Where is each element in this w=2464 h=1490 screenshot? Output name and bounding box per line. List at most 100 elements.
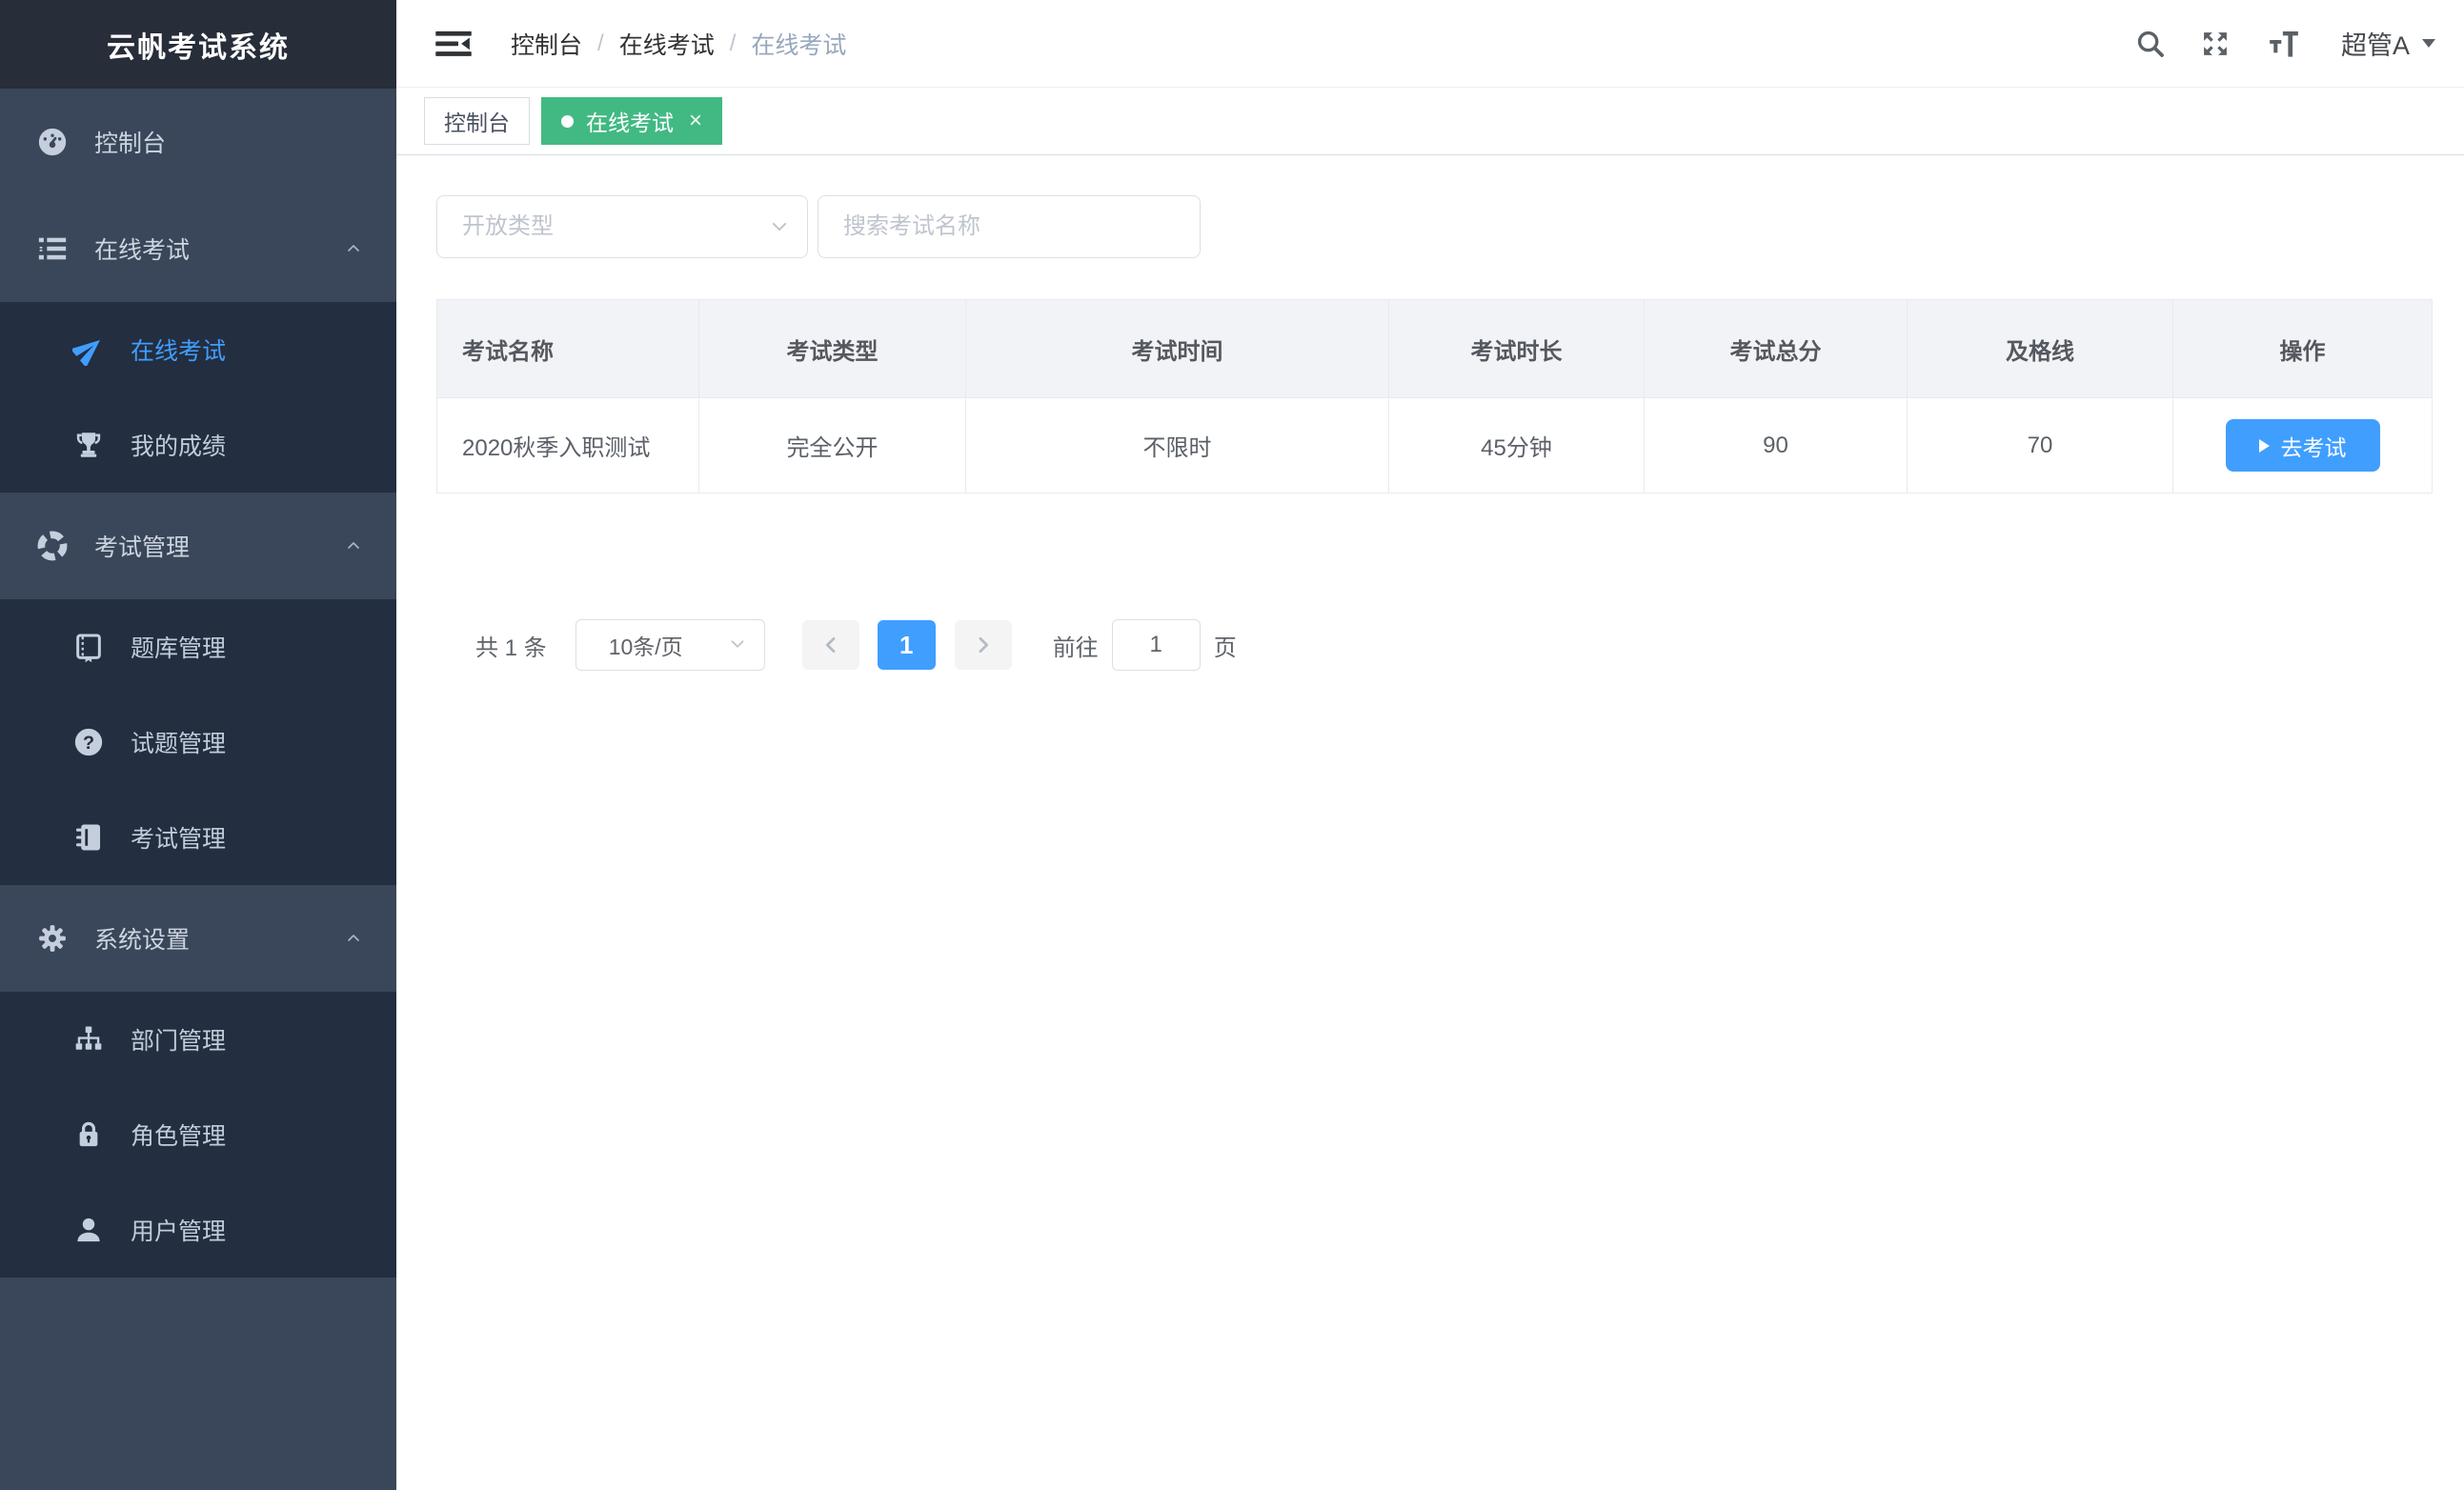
goto-page-input[interactable] bbox=[1113, 620, 1200, 670]
goto-label: 前往 bbox=[1053, 629, 1099, 662]
app-root: 云帆考试系统 控制台 在线考试 在线考试 bbox=[0, 0, 2464, 1490]
sidebar-group-label: 考试管理 bbox=[94, 529, 190, 563]
trophy-icon bbox=[72, 429, 105, 461]
list-icon bbox=[36, 232, 69, 265]
column-header: 考试时长 bbox=[1389, 300, 1645, 398]
lifering-icon bbox=[36, 530, 69, 562]
question-icon: ? bbox=[72, 726, 105, 758]
page-size-select[interactable] bbox=[576, 619, 765, 671]
sidebar-item-label: 试题管理 bbox=[131, 725, 226, 759]
main-content: 考试名称 考试类型 考试时间 考试时长 考试总分 及格线 操作 2020秋季入职… bbox=[396, 155, 2464, 1490]
close-icon[interactable]: × bbox=[689, 110, 702, 132]
table-row: 2020秋季入职测试 完全公开 不限时 45分钟 90 70 去考试 bbox=[437, 398, 2433, 493]
column-header: 考试类型 bbox=[699, 300, 966, 398]
sidebar-item-question-mgmt[interactable]: ? 试题管理 bbox=[0, 695, 396, 790]
chevron-down-icon bbox=[728, 634, 747, 654]
chevron-up-icon bbox=[345, 930, 362, 947]
sidebar-group-label: 系统设置 bbox=[94, 921, 190, 956]
lock-icon bbox=[72, 1118, 105, 1151]
fullscreen-icon[interactable] bbox=[2199, 28, 2232, 60]
go-exam-label: 去考试 bbox=[2281, 430, 2347, 462]
search-icon[interactable] bbox=[2135, 29, 2166, 59]
exam-search-input[interactable] bbox=[818, 196, 1200, 257]
svg-text:?: ? bbox=[83, 733, 94, 754]
action-cell: 去考试 bbox=[2173, 398, 2433, 493]
hamburger-icon[interactable] bbox=[434, 25, 473, 63]
sidebar-group-online-exam[interactable]: 在线考试 bbox=[0, 195, 396, 302]
go-exam-button[interactable]: 去考试 bbox=[2226, 419, 2380, 472]
breadcrumb: 控制台 / 在线考试 / 在线考试 bbox=[511, 27, 846, 61]
gauge-icon bbox=[36, 126, 69, 158]
total-count: 共 1 条 bbox=[475, 629, 547, 662]
column-header: 考试总分 bbox=[1645, 300, 1908, 398]
chevron-up-icon bbox=[345, 537, 362, 554]
table-header-row: 考试名称 考试类型 考试时间 考试时长 考试总分 及格线 操作 bbox=[437, 300, 2433, 398]
exam-name-cell: 2020秋季入职测试 bbox=[437, 398, 699, 493]
exam-total-cell: 90 bbox=[1645, 398, 1908, 493]
chevron-down-icon bbox=[769, 216, 790, 237]
journal-icon bbox=[72, 821, 105, 854]
submenu-exam-mgmt: 题库管理 ? 试题管理 考试管理 bbox=[0, 599, 396, 885]
sidebar-group-label: 在线考试 bbox=[94, 232, 190, 266]
column-header: 考试时间 bbox=[966, 300, 1389, 398]
font-size-icon[interactable] bbox=[2265, 28, 2303, 60]
page-number-button[interactable]: 1 bbox=[878, 620, 936, 670]
chevron-up-icon bbox=[345, 240, 362, 257]
goto-page-field[interactable] bbox=[1112, 619, 1201, 671]
caret-right-icon bbox=[2259, 439, 2270, 453]
tab-label: 在线考试 bbox=[586, 105, 674, 137]
sidebar-item-label: 考试管理 bbox=[131, 820, 226, 855]
sidebar-item-label: 我的成绩 bbox=[131, 428, 226, 462]
breadcrumb-separator: / bbox=[730, 30, 737, 57]
sidebar-item-question-bank[interactable]: 题库管理 bbox=[0, 599, 396, 695]
sidebar-item-online-exam[interactable]: 在线考试 bbox=[0, 302, 396, 397]
sitemap-icon bbox=[72, 1023, 105, 1056]
exam-type-cell: 完全公开 bbox=[699, 398, 966, 493]
open-type-select[interactable] bbox=[436, 195, 808, 258]
next-page-button[interactable] bbox=[955, 620, 1012, 670]
sidebar: 云帆考试系统 控制台 在线考试 在线考试 bbox=[0, 0, 396, 1490]
exam-duration-cell: 45分钟 bbox=[1389, 398, 1645, 493]
sidebar-item-label: 控制台 bbox=[94, 125, 166, 159]
submenu-online-exam: 在线考试 我的成绩 bbox=[0, 302, 396, 493]
sidebar-group-system-settings[interactable]: 系统设置 bbox=[0, 885, 396, 992]
active-dot-icon bbox=[561, 115, 574, 128]
page-unit-label: 页 bbox=[1214, 629, 1237, 662]
sidebar-item-exam-mgmt[interactable]: 考试管理 bbox=[0, 790, 396, 885]
submenu-system-settings: 部门管理 角色管理 用户管理 bbox=[0, 992, 396, 1278]
column-header: 及格线 bbox=[1908, 300, 2173, 398]
column-header: 操作 bbox=[2173, 300, 2433, 398]
top-header: 控制台 / 在线考试 / 在线考试 超管A bbox=[396, 0, 2464, 88]
tab-online-exam[interactable]: 在线考试 × bbox=[541, 97, 722, 145]
user-icon bbox=[72, 1214, 105, 1246]
exam-table: 考试名称 考试类型 考试时间 考试时长 考试总分 及格线 操作 2020秋季入职… bbox=[436, 299, 2433, 493]
exam-time-cell: 不限时 bbox=[966, 398, 1389, 493]
tab-dashboard[interactable]: 控制台 bbox=[424, 97, 530, 145]
sidebar-item-label: 角色管理 bbox=[131, 1118, 226, 1152]
column-header: 考试名称 bbox=[437, 300, 699, 398]
breadcrumb-item[interactable]: 控制台 bbox=[511, 27, 582, 61]
sidebar-item-user-mgmt[interactable]: 用户管理 bbox=[0, 1182, 396, 1278]
sidebar-item-role-mgmt[interactable]: 角色管理 bbox=[0, 1087, 396, 1182]
breadcrumb-item[interactable]: 在线考试 bbox=[619, 27, 715, 61]
sidebar-item-label: 题库管理 bbox=[131, 630, 226, 664]
sidebar-item-department-mgmt[interactable]: 部门管理 bbox=[0, 992, 396, 1087]
sidebar-item-label: 在线考试 bbox=[131, 332, 226, 367]
caret-down-icon[interactable] bbox=[2422, 39, 2435, 48]
open-type-select-input[interactable] bbox=[437, 196, 807, 257]
breadcrumb-item-current: 在线考试 bbox=[751, 27, 846, 61]
sidebar-item-dashboard[interactable]: 控制台 bbox=[0, 89, 396, 195]
gear-icon bbox=[36, 922, 69, 955]
user-menu[interactable]: 超管A bbox=[2341, 25, 2410, 62]
breadcrumb-separator: / bbox=[597, 30, 604, 57]
app-logo-title: 云帆考试系统 bbox=[0, 0, 396, 89]
tags-view-bar: 控制台 在线考试 × bbox=[396, 88, 2464, 155]
prev-page-button[interactable] bbox=[802, 620, 859, 670]
book-icon bbox=[72, 631, 105, 663]
filter-bar bbox=[436, 195, 2464, 258]
tab-label: 控制台 bbox=[444, 105, 510, 137]
sidebar-item-my-scores[interactable]: 我的成绩 bbox=[0, 397, 396, 493]
sidebar-group-exam-mgmt[interactable]: 考试管理 bbox=[0, 493, 396, 599]
header-actions: 超管A bbox=[2102, 25, 2464, 62]
exam-search-field[interactable] bbox=[818, 195, 1201, 258]
